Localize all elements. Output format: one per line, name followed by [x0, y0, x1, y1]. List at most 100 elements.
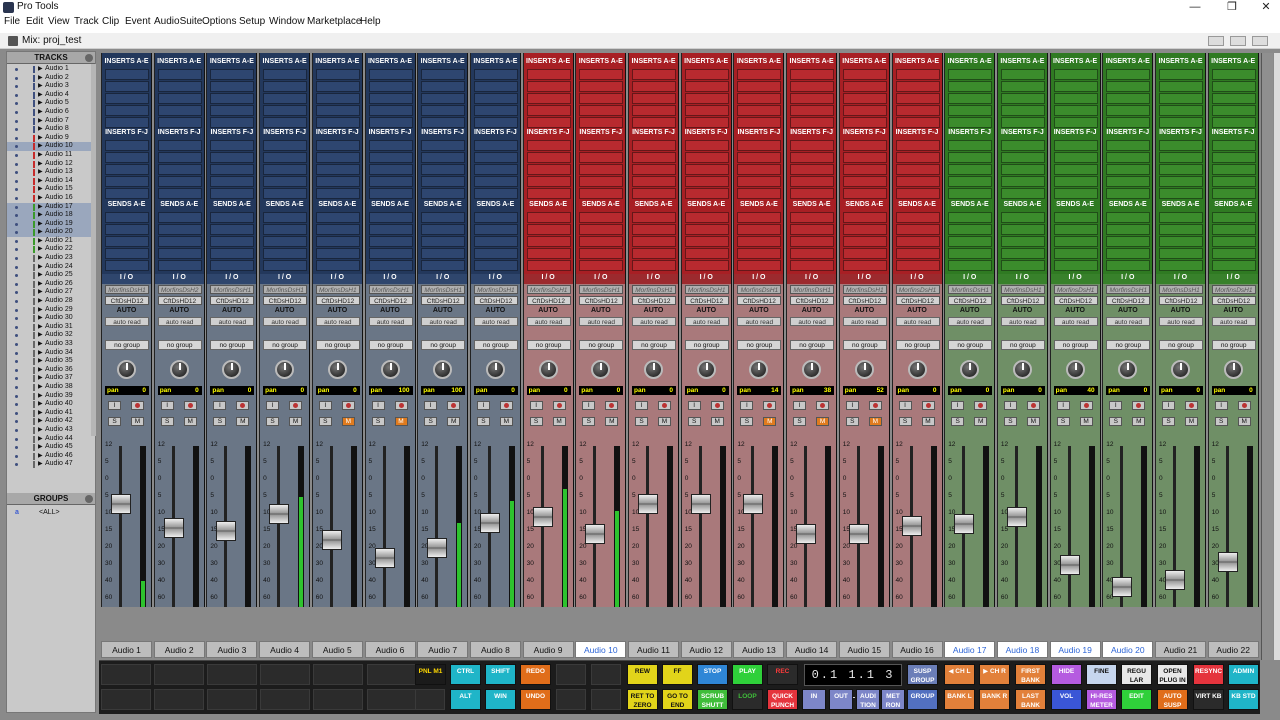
metron-button[interactable]: MET RON [881, 689, 905, 710]
solo-button[interactable]: S [108, 417, 121, 426]
track-list-item[interactable]: ▶ Audio 11 [7, 151, 95, 160]
insert-slot[interactable] [1106, 140, 1151, 151]
channel-name[interactable]: Audio 11 [628, 641, 679, 658]
insert-slot[interactable] [737, 93, 782, 104]
blank-control-button[interactable] [260, 664, 310, 685]
send-slot[interactable] [737, 236, 782, 247]
pan-knob-icon[interactable] [117, 360, 136, 379]
track-list-item[interactable]: ▶ Audio 4 [7, 91, 95, 100]
insert-slot[interactable] [263, 69, 308, 80]
pan-knob-icon[interactable] [802, 360, 822, 379]
insert-slot[interactable] [368, 105, 413, 116]
group-select[interactable]: no group [368, 340, 413, 350]
automation-mode-select[interactable]: auto read [157, 317, 202, 326]
automation-mode-select[interactable]: auto read [315, 317, 360, 326]
insert-slot[interactable] [1000, 93, 1045, 104]
solo-button[interactable]: S [371, 417, 385, 426]
mute-button[interactable]: M [499, 417, 513, 426]
insert-slot[interactable] [473, 69, 518, 80]
send-slot[interactable] [1106, 224, 1151, 235]
send-slot[interactable] [421, 224, 466, 235]
insert-slot[interactable] [157, 93, 202, 104]
groups-header[interactable]: GROUPS [7, 493, 95, 505]
output-selector[interactable]: CftDsHD12 [842, 296, 887, 305]
alt-button[interactable]: ALT [450, 689, 481, 710]
send-slot[interactable] [1159, 224, 1203, 235]
send-slot[interactable] [263, 224, 308, 235]
channel-name[interactable]: Audio 10 [575, 641, 627, 658]
win-button[interactable]: WIN [485, 689, 516, 710]
insert-slot[interactable] [368, 152, 413, 163]
solo-button[interactable]: S [1056, 417, 1070, 426]
send-slot[interactable] [790, 236, 835, 247]
track-list-item[interactable]: ▶ Audio 22 [7, 245, 95, 254]
send-slot[interactable] [895, 212, 940, 223]
insert-slot[interactable] [526, 81, 571, 92]
doc-close-button[interactable] [1252, 36, 1268, 46]
group-select[interactable]: no group [210, 340, 255, 350]
volume-fader[interactable] [1006, 507, 1027, 528]
record-enable-button[interactable] [394, 401, 408, 410]
insert-slot[interactable] [1106, 69, 1151, 80]
track-show-dot-icon[interactable] [15, 334, 18, 338]
blank-control-button[interactable] [207, 664, 257, 685]
pan-knob-icon[interactable] [591, 360, 611, 379]
minimize-button[interactable]: — [1178, 0, 1212, 15]
insert-slot[interactable] [1053, 93, 1098, 104]
insert-slot[interactable] [842, 164, 887, 175]
insert-slot[interactable] [790, 176, 835, 187]
insert-slot[interactable] [526, 164, 571, 175]
automation-mode-select[interactable]: auto read [210, 317, 255, 326]
send-slot[interactable] [157, 224, 202, 235]
scrub-button[interactable]: SCRUB SHUTT [697, 689, 728, 710]
firstbank-button[interactable]: FIRST BANK [1015, 664, 1046, 685]
insert-slot[interactable] [1053, 105, 1098, 116]
blank-control-button[interactable] [367, 689, 417, 710]
group-select[interactable]: no group [1211, 340, 1256, 350]
output-selector[interactable]: CftDsHD12 [315, 296, 360, 305]
insert-slot[interactable] [368, 140, 413, 151]
send-slot[interactable] [1000, 212, 1045, 223]
undo-button[interactable]: UNDO [520, 689, 551, 710]
track-show-dot-icon[interactable] [15, 128, 18, 132]
pan-knob-icon[interactable] [960, 360, 980, 379]
send-slot[interactable] [579, 224, 624, 235]
track-show-dot-icon[interactable] [15, 102, 18, 106]
rettozero-button[interactable]: RET TO ZERO [627, 689, 658, 710]
track-show-dot-icon[interactable] [15, 282, 18, 286]
track-list-item[interactable]: ▶ Audio 13 [7, 168, 95, 177]
send-slot[interactable] [895, 260, 940, 271]
insert-slot[interactable] [315, 93, 360, 104]
insert-slot[interactable] [105, 93, 149, 104]
mute-button[interactable]: M [1185, 417, 1198, 426]
insert-slot[interactable] [421, 188, 466, 199]
insert-slot[interactable] [895, 69, 940, 80]
record-enable-button[interactable] [921, 401, 935, 410]
send-slot[interactable] [526, 212, 571, 223]
send-slot[interactable] [368, 260, 413, 271]
send-slot[interactable] [790, 224, 835, 235]
input-monitor-button[interactable]: I [476, 401, 490, 410]
track-list-item[interactable]: ▶ Audio 41 [7, 409, 95, 418]
track-list-item[interactable]: ▶ Audio 12 [7, 160, 95, 169]
insert-slot[interactable] [1106, 117, 1151, 128]
automation-mode-select[interactable]: auto read [526, 317, 571, 326]
send-slot[interactable] [948, 248, 993, 259]
insert-slot[interactable] [1053, 152, 1098, 163]
send-slot[interactable] [684, 248, 729, 259]
menu-view[interactable]: View [48, 16, 70, 27]
insert-slot[interactable] [263, 164, 308, 175]
input-monitor-button[interactable]: I [582, 401, 596, 410]
track-list-item[interactable]: ▶ Audio 34 [7, 349, 95, 358]
track-show-dot-icon[interactable] [15, 136, 18, 140]
lastbank-button[interactable]: LAST BANK [1015, 689, 1046, 710]
channel-name[interactable]: Audio 6 [364, 641, 416, 658]
automation-mode-select[interactable]: auto read [948, 317, 993, 326]
volume-fader[interactable] [532, 507, 553, 528]
insert-slot[interactable] [1159, 152, 1203, 163]
insert-slot[interactable] [842, 81, 887, 92]
insert-slot[interactable] [157, 117, 202, 128]
track-show-dot-icon[interactable] [15, 110, 18, 114]
insert-slot[interactable] [684, 117, 729, 128]
solo-button[interactable]: S [318, 417, 332, 426]
